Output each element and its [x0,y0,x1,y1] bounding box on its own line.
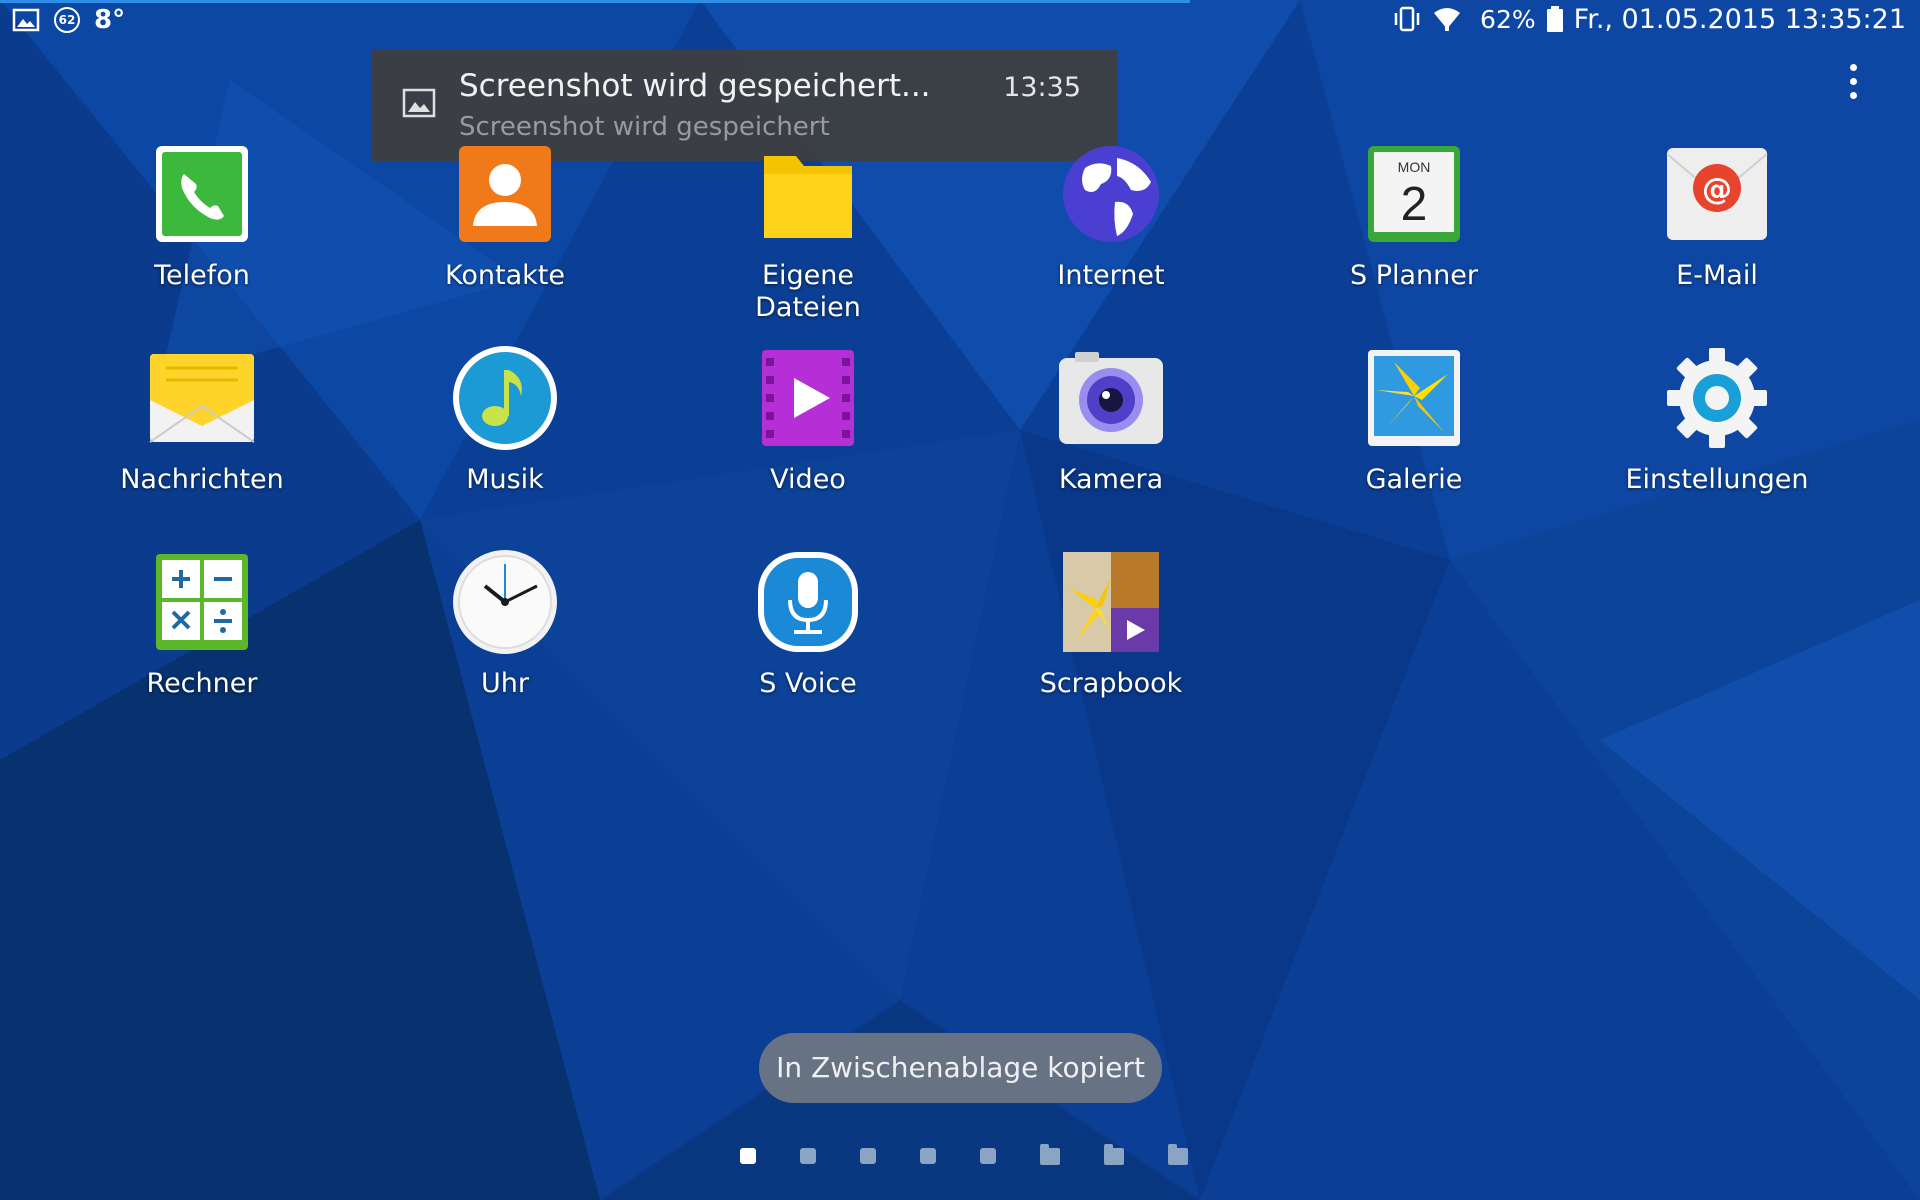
app-kontakte[interactable]: Kontakte [375,140,635,292]
app-label: Einstellungen [1625,464,1809,495]
scrapbook-icon [1063,552,1159,652]
status-datetime: Fr., 01.05.2015 13:35:21 [1573,3,1906,35]
screenshot-notification-icon [12,8,40,32]
page-dot-4[interactable] [920,1148,936,1164]
weather-temperature: 8° [94,5,126,35]
battery-icon [1546,6,1563,32]
app-rechner[interactable]: Rechner [72,548,332,700]
app-telefon[interactable]: Telefon [72,140,332,292]
calendar-icon: MON 2 [1368,146,1460,242]
app-label: Kamera [1058,464,1164,495]
gallery-icon [1368,350,1460,446]
toast-message: In Zwischenablage kopiert [759,1033,1162,1103]
status-bar[interactable]: 62 8° 62% Fr., 01.05.2015 13:35:21 [0,0,1920,40]
page-dot-3[interactable] [860,1148,876,1164]
microphone-icon [758,552,858,652]
app-label: Rechner [146,668,258,699]
app-scrapbook[interactable]: Scrapbook [981,548,1241,700]
app-einstellungen[interactable]: Einstellungen [1587,344,1847,496]
app-musik[interactable]: Musik [375,344,635,496]
app-label: Musik [466,464,544,495]
planner-day: MON [1398,159,1431,175]
app-label: Telefon [154,260,250,291]
app-label: E-Mail [1676,260,1758,291]
wifi-icon [1434,8,1461,31]
app-video[interactable]: Video [678,344,938,496]
page-folder-icon-7[interactable] [1104,1143,1124,1165]
app-label: Nachrichten [120,464,284,495]
app-label: Video [770,464,846,495]
app-s-planner[interactable]: MON 2 S Planner [1284,140,1544,292]
image-icon [402,88,436,118]
globe-icon [1063,146,1159,242]
notification-title: Screenshot wird gespeichert... [459,68,931,104]
app-kamera[interactable]: Kamera [981,344,1241,496]
circle-badge-icon: 62 [54,7,80,33]
planner-date: 2 [1401,178,1428,231]
email-icon: @ [1666,148,1768,240]
video-icon [762,350,854,446]
camera-icon [1059,352,1163,444]
clock-icon [453,550,557,654]
battery-percent: 62% [1480,4,1536,34]
app-label: Kontakte [445,260,565,291]
contacts-icon [459,146,551,242]
svg-text:@: @ [1702,172,1732,207]
messages-icon [149,354,255,443]
app-galerie[interactable]: Galerie [1284,344,1544,496]
app-internet[interactable]: Internet [981,140,1241,292]
calculator-icon [156,554,248,650]
notification-subtitle: Screenshot wird gespeichert [459,112,830,142]
page-dot-1[interactable] [740,1148,756,1164]
page-indicator[interactable] [740,1143,1188,1169]
page-folder-icon-6[interactable] [1040,1143,1060,1165]
app-eigene-dateien[interactable]: Eigene Dateien [678,140,938,324]
folder-icon [764,156,852,238]
app-label: Eigene Dateien [755,260,861,323]
screenshot-progress-line [0,0,1190,3]
app-nachrichten[interactable]: Nachrichten [72,344,332,496]
app-label: S Planner [1350,260,1478,291]
page-dot-2[interactable] [800,1148,816,1164]
page-folder-icon-8[interactable] [1168,1143,1188,1165]
app-label: Uhr [481,668,529,699]
phone-icon [156,146,248,242]
gear-icon [1667,348,1767,448]
overflow-menu-button[interactable] [1838,58,1868,106]
music-icon [453,346,557,450]
app-uhr[interactable]: Uhr [375,548,635,700]
vibrate-icon [1394,6,1420,32]
page-dot-5[interactable] [980,1148,996,1164]
app-email[interactable]: @ E-Mail [1587,140,1847,292]
app-label: S Voice [759,668,857,699]
app-label: Internet [1057,260,1165,291]
notification-time: 13:35 [1003,72,1081,103]
app-s-voice[interactable]: S Voice [678,548,938,700]
app-label: Scrapbook [1039,668,1183,699]
app-label: Galerie [1365,464,1463,495]
